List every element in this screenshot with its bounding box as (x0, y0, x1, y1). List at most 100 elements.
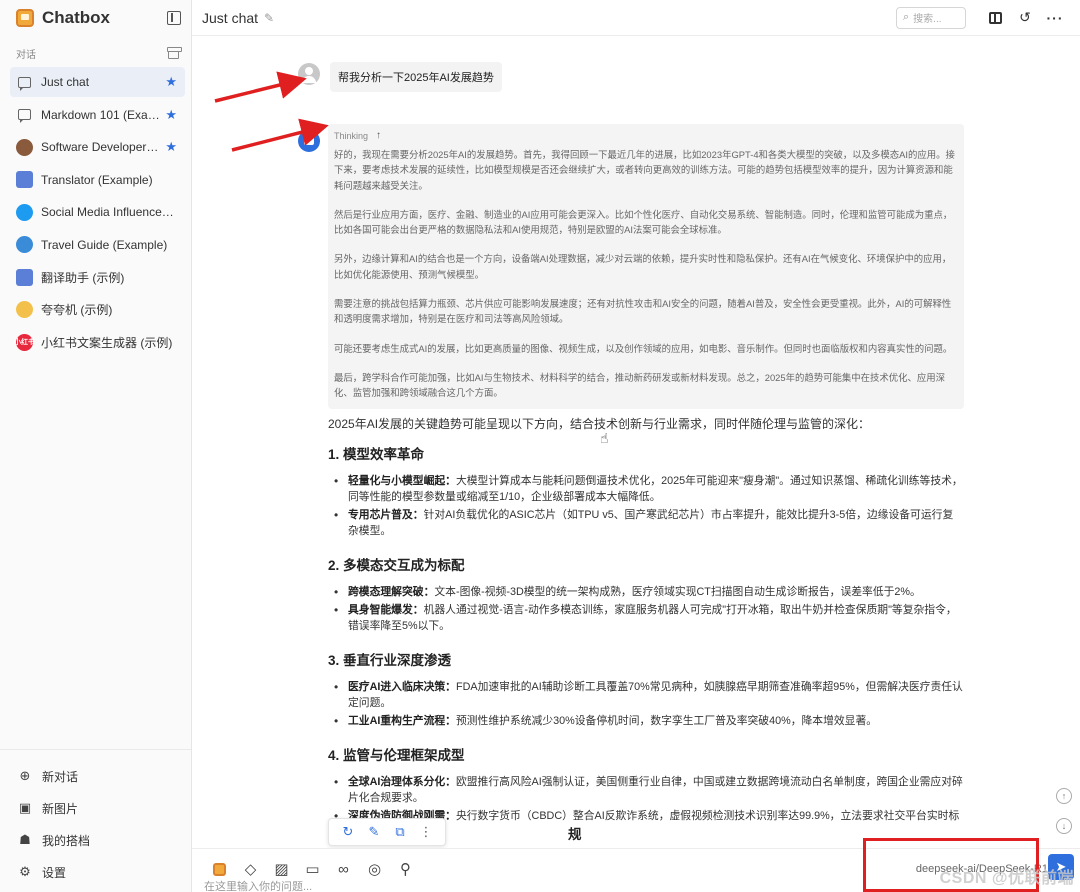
thinking-paragraph: 可能还要考虑生成式AI的发展，比如更高质量的图像、视频生成，以及创作领域的应用，… (334, 342, 953, 354)
list-item: 工业AI重构生产流程：预测性维护系统减少30%设备停机时间，数字孪生工厂普及率突… (328, 713, 964, 730)
arrow-up-icon: ↑ (1061, 791, 1067, 801)
image-icon: ▣ (18, 800, 32, 815)
chatbox-mini-icon[interactable] (204, 859, 235, 879)
conversation-list: Just chat ★ Markdown 101 (Example) ★ Sof… (0, 67, 191, 749)
toggle-layout-button[interactable] (980, 7, 1010, 29)
conversation-label: Travel Guide (Example) (41, 237, 168, 252)
new-chat-button[interactable]: ⊕ 新对话 (0, 760, 191, 792)
list-item: 轻量化与小模型崛起：大模型计算成本与能耗问题倒逼技术优化，2025年可能迎来"瘦… (328, 473, 964, 506)
sidebar-item-translator[interactable]: Translator (Example) (10, 165, 185, 195)
image-upload-icon[interactable]: ▨ (266, 859, 297, 879)
more-options-button[interactable]: ··· (1040, 7, 1070, 29)
chat-title[interactable]: Just chat (202, 10, 258, 26)
history-icon: ↺ (1019, 9, 1031, 25)
settings-button[interactable]: ⚙ 设置 (0, 856, 191, 888)
thinking-label: Thinking (334, 130, 369, 141)
regenerate-icon[interactable]: ↻ (335, 824, 361, 840)
sidebar-item-software-developer[interactable]: Software Developer (Example) ★ (10, 132, 185, 162)
sidebar: Chatbox 对话 Just chat ★ Markdown 101 (Exa… (0, 0, 192, 892)
history-button[interactable]: ↺ (1010, 7, 1040, 29)
chat-main: Just chat ✎ ⌕ 搜索... ↺ ··· 帮我分析一下2025年AI发… (192, 0, 1080, 892)
conversation-label: Markdown 101 (Example) (41, 107, 161, 122)
hand-cursor-icon: ☝ (600, 430, 609, 446)
message-action-bar: ↻ ✎ ⧉ ⋮ (328, 818, 446, 846)
list-item: 跨模态理解突破：文本-图像-视频-3D模型的统一架构成熟，医疗领域实现CT扫描图… (328, 584, 964, 601)
eraser-icon[interactable]: ◇ (235, 859, 266, 879)
search-input[interactable]: ⌕ 搜索... (896, 6, 966, 29)
star-icon[interactable]: ★ (165, 139, 177, 155)
list-item: 医疗AI进入临床决策：FDA加速审批的AI辅助诊断工具覆盖70%常见病种，如胰腺… (328, 679, 964, 712)
archive-icon[interactable] (167, 46, 182, 59)
more-vertical-icon[interactable]: ⋮ (413, 824, 439, 840)
thinking-paragraph: 需要注意的挑战包括算力瓶颈、芯片供应可能影响发展速度；还有对抗性攻击和AI安全的… (334, 298, 952, 325)
developer-avatar-icon (16, 138, 33, 156)
new-image-label: 新图片 (42, 801, 79, 816)
brand-header: Chatbox (0, 0, 191, 36)
sidebar-item-markdown-101[interactable]: Markdown 101 (Example) ★ (10, 100, 185, 130)
conversation-label: 小红书文案生成器 (示例) (41, 335, 173, 350)
thinking-header[interactable]: Thinking ↑ (334, 130, 958, 141)
list-item: 专用芯片普及：针对AI负载优化的ASIC芯片（如TPU v5、国产寒武纪芯片）市… (328, 507, 964, 540)
watermark: CSDN @优联前端 (939, 870, 1074, 887)
section-heading: 1. 模型效率革命 (328, 446, 425, 462)
link-icon[interactable]: ∞ (328, 859, 359, 879)
sidebar-item-travel-guide[interactable]: Travel Guide (Example) (10, 230, 185, 260)
conversation-label: Translator (Example) (41, 172, 153, 187)
search-icon: ⌕ (903, 11, 910, 23)
folder-icon[interactable]: ▭ (297, 859, 328, 879)
user-message-text: 帮我分析一下2025年AI发展趋势 (330, 62, 502, 92)
assistant-avatar-icon (298, 130, 320, 152)
praise-avatar-icon (16, 301, 33, 318)
section-heading: 4. 监管与伦理框架成型 (328, 747, 465, 763)
sidebar-item-praise-machine[interactable]: 夸夸机 (示例) (10, 295, 185, 325)
scroll-top-button[interactable]: ↑ (1056, 788, 1072, 804)
thinking-paragraph: 最后，跨学科合作可能加强，比如AI与生物技术、材料科学的结合，推动新药研发或新材… (334, 371, 945, 399)
thinking-block: Thinking ↑ 好的，我现在需要分析2025年AI的发展趋势。首先，我得回… (328, 124, 964, 409)
star-icon[interactable]: ★ (165, 74, 177, 90)
message-input[interactable]: 在这里输入你的问题... (204, 878, 312, 892)
sidebar-item-just-chat[interactable]: Just chat ★ (10, 67, 185, 97)
edit-title-icon[interactable]: ✎ (264, 11, 274, 25)
translator-avatar-icon (16, 171, 33, 188)
new-image-button[interactable]: ▣ 新图片 (0, 792, 191, 824)
conversation-label: Just chat (41, 75, 90, 89)
translator-avatar-icon (16, 268, 33, 286)
conversation-label: Social Media Influencer (Example) (41, 205, 177, 219)
chat-bubble-icon (18, 76, 31, 91)
layout-icon (988, 11, 1002, 24)
message-list: 帮我分析一下2025年AI发展趋势 Thinking ↑ 好的，我现在需要分析2… (192, 36, 1080, 892)
user-message: 帮我分析一下2025年AI发展趋势 (298, 62, 502, 92)
star-icon[interactable]: ★ (165, 107, 177, 123)
conversation-label: Software Developer (Example) (41, 140, 162, 154)
scroll-bottom-button[interactable]: ↓ (1056, 818, 1072, 834)
search-placeholder: 搜索... (913, 14, 942, 25)
conversation-label: 夸夸机 (示例) (41, 303, 113, 317)
sidebar-item-translation-assistant[interactable]: 翻译助手 (示例) (10, 262, 185, 292)
sidebar-item-xiaohongshu-generator[interactable]: 小红书 小红书文案生成器 (示例) (10, 327, 185, 357)
sidebar-collapse-icon[interactable] (167, 11, 181, 25)
collapse-arrow-up-icon[interactable]: ↑ (376, 130, 381, 141)
chatbox-logo-icon (16, 9, 34, 27)
globe-avatar-icon (16, 236, 33, 253)
assistant-message: Thinking ↑ 好的，我现在需要分析2025年AI的发展趋势。首先，我得回… (298, 124, 1070, 855)
sidebar-item-social-media-influencer[interactable]: Social Media Influencer (Example) (10, 197, 185, 227)
xiaohongshu-avatar-icon: 小红书 (14, 333, 35, 351)
settings-sliders-icon[interactable]: ⚲ (390, 859, 421, 879)
twitter-avatar-icon (16, 203, 33, 221)
settings-label: 设置 (42, 865, 67, 880)
edit-icon[interactable]: ✎ (361, 824, 387, 840)
plus-circle-icon: ⊕ (19, 768, 31, 783)
section-list: 跨模态理解突破：文本-图像-视频-3D模型的统一架构成熟，医疗领域实现CT扫描图… (328, 584, 964, 635)
user-avatar-icon (298, 63, 320, 85)
section-list: 轻量化与小模型崛起：大模型计算成本与能耗问题倒逼技术优化，2025年可能迎来"瘦… (328, 473, 964, 540)
thinking-paragraph: 另外，边缘计算和AI的结合也是一个方向，设备端AI处理数据，减少对云端的依赖，提… (334, 253, 952, 280)
globe-icon[interactable]: ◎ (359, 859, 390, 879)
conversations-section-header: 对话 (0, 36, 191, 67)
chat-bubble-icon (18, 109, 31, 123)
my-partners-button[interactable]: ☗ 我的搭档 (0, 824, 191, 856)
thinking-paragraph: 然后是行业应用方面，医疗、金融、制造业的AI应用可能会更深入。比如个性化医疗、自… (334, 208, 953, 236)
gear-icon: ⚙ (19, 864, 31, 879)
list-item: 具身智能爆发：机器人通过视觉-语言-动作多模态训练，家庭服务机器人可完成"打开冰… (328, 602, 964, 635)
section-list: 医疗AI进入临床决策：FDA加速审批的AI辅助诊断工具覆盖70%常见病种，如胰腺… (328, 679, 964, 730)
copy-icon[interactable]: ⧉ (387, 824, 413, 840)
